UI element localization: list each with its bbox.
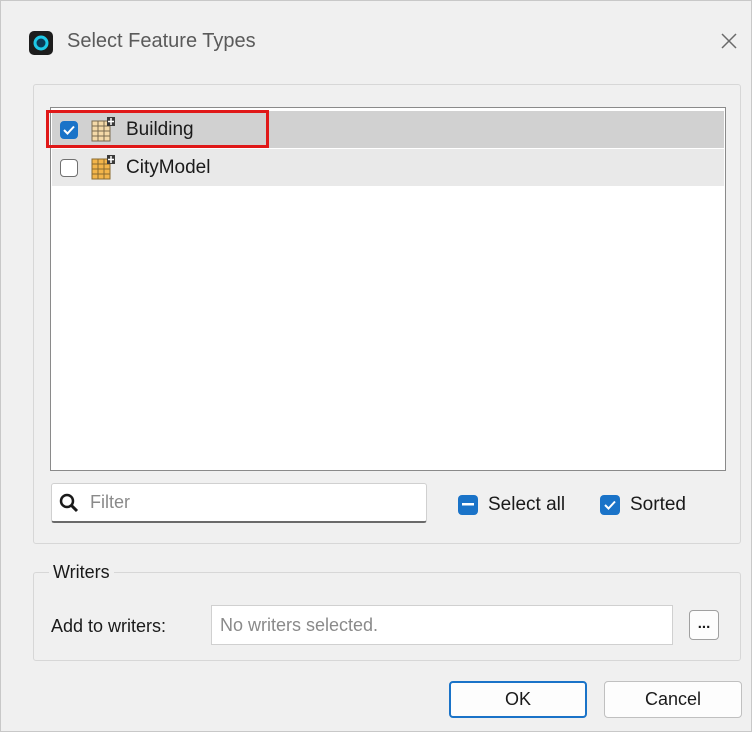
title-bar: Select Feature Types xyxy=(1,1,751,79)
feature-type-table-icon xyxy=(91,154,115,179)
filter-field[interactable] xyxy=(51,483,427,523)
feature-type-table-icon xyxy=(91,116,115,141)
cancel-button[interactable]: Cancel xyxy=(604,681,742,718)
list-item-citymodel[interactable]: CityModel xyxy=(52,149,724,186)
checkmark-icon xyxy=(600,495,620,515)
app-icon xyxy=(29,31,53,55)
building-checkbox[interactable] xyxy=(60,120,78,139)
feature-type-list[interactable]: Building CityModel xyxy=(50,107,726,471)
dialog-title: Select Feature Types xyxy=(67,30,256,52)
select-all-indeterminate-icon xyxy=(458,495,478,515)
browse-writers-button[interactable]: ... xyxy=(689,610,719,640)
checkmark-icon xyxy=(63,125,75,135)
select-feature-types-dialog: Select Feature Types Building CityModel … xyxy=(0,0,752,732)
writers-input[interactable] xyxy=(218,613,662,637)
list-item-label: CityModel xyxy=(126,156,211,178)
sorted-checkbox[interactable]: Sorted xyxy=(600,494,686,516)
list-item-building[interactable]: Building xyxy=(52,111,724,148)
writers-group-label: Writers xyxy=(49,562,114,583)
list-item-label: Building xyxy=(126,118,194,140)
filter-input[interactable] xyxy=(88,491,392,514)
ok-button[interactable]: OK xyxy=(449,681,587,718)
search-icon xyxy=(59,493,79,512)
select-all-checkbox[interactable]: Select all xyxy=(458,494,565,516)
add-to-writers-label: Add to writers: xyxy=(51,616,167,636)
close-icon[interactable] xyxy=(715,27,743,55)
writers-field[interactable] xyxy=(211,605,673,645)
citymodel-checkbox[interactable] xyxy=(60,158,78,177)
select-all-label: Select all xyxy=(488,494,566,515)
sorted-label: Sorted xyxy=(630,494,686,515)
